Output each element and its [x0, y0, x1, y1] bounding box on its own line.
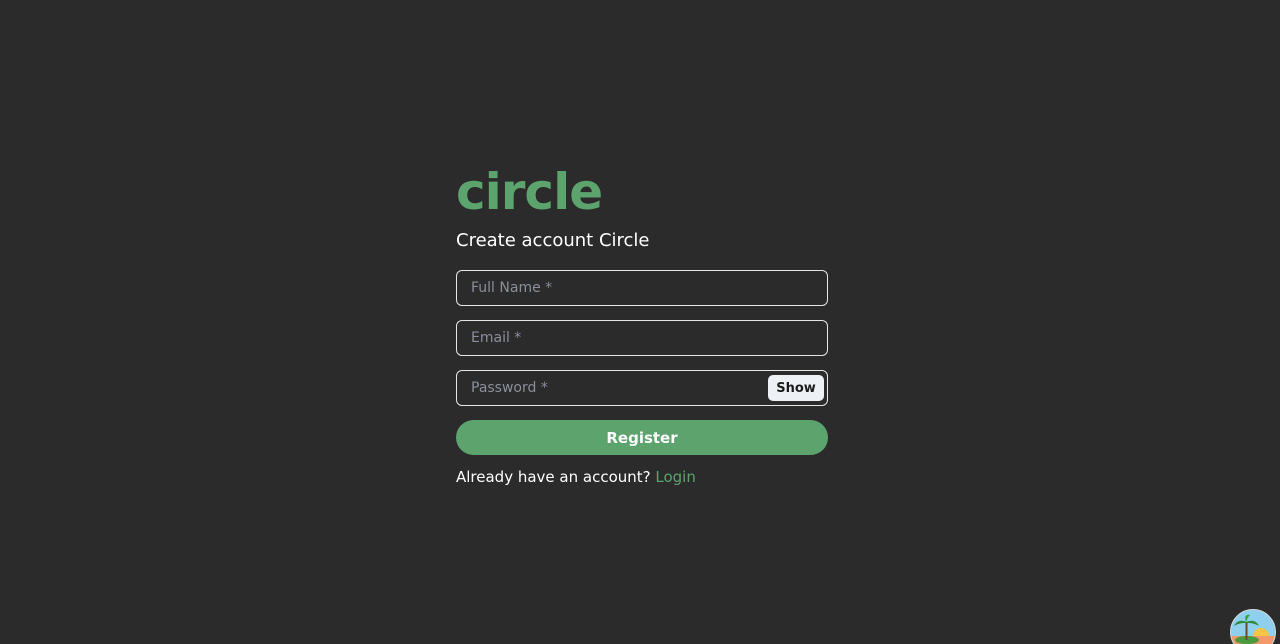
page-title: Create account Circle	[456, 230, 650, 251]
full-name-field	[456, 270, 828, 306]
login-prompt-text: Already have an account?	[456, 468, 656, 486]
circle-logo: circle	[456, 163, 603, 221]
login-link[interactable]: Login	[655, 468, 695, 486]
show-password-button[interactable]: Show	[768, 375, 824, 401]
beach-island-avatar-icon[interactable]	[1230, 609, 1276, 644]
register-page: circle Create account Circle Show Regist…	[0, 0, 1280, 644]
email-field	[456, 320, 828, 356]
password-field: Show	[456, 370, 828, 406]
full-name-input[interactable]	[457, 271, 827, 305]
register-card: circle Create account Circle Show Regist…	[456, 163, 828, 487]
beach-island-avatar-graphic	[1231, 610, 1275, 644]
login-prompt: Already have an account? Login	[456, 467, 828, 487]
register-button[interactable]: Register	[456, 420, 828, 455]
email-input[interactable]	[457, 321, 827, 355]
